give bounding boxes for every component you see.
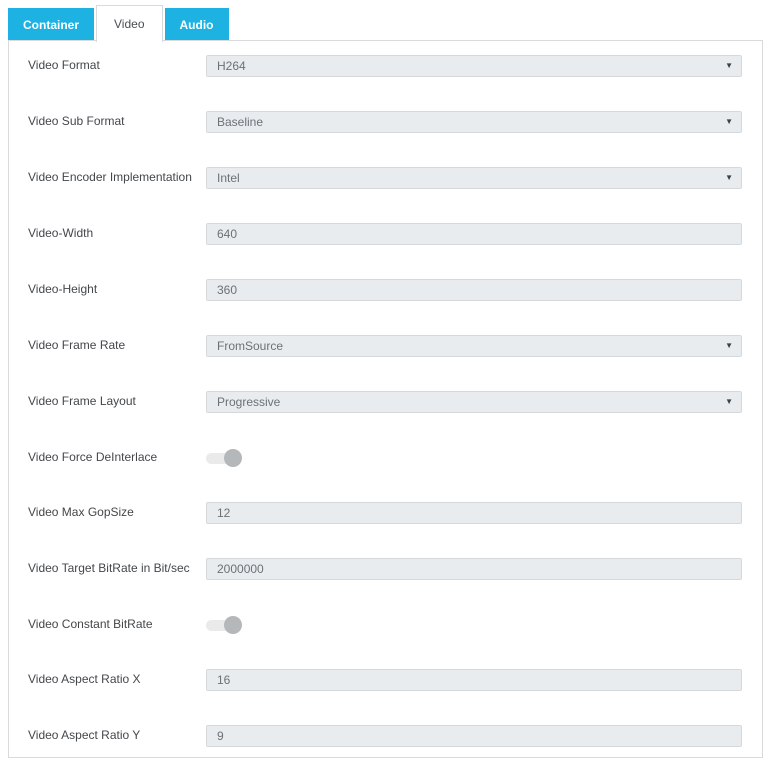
form-row: Video Sub Format Baseline ▼: [28, 111, 742, 133]
form-row: Video Force DeInterlace: [28, 447, 742, 468]
form-row: Video Target BitRate in Bit/sec: [28, 558, 742, 580]
video-format-label: Video Format: [28, 58, 100, 72]
tab-bar: Container Video Audio: [8, 5, 763, 42]
chevron-down-icon: ▼: [725, 341, 733, 350]
video-frame-rate-label: Video Frame Rate: [28, 338, 126, 352]
video-format-value: H264: [217, 59, 246, 73]
video-target-bitrate-input[interactable]: [206, 558, 742, 580]
form-row: Video-Width: [28, 223, 742, 245]
chevron-down-icon: ▼: [725, 61, 733, 70]
video-aspect-ratio-y-label: Video Aspect Ratio Y: [28, 728, 141, 742]
video-frame-layout-value: Progressive: [217, 395, 281, 409]
video-sub-format-value: Baseline: [217, 115, 264, 129]
chevron-down-icon: ▼: [725, 173, 733, 182]
video-settings-panel: Video Format H264 ▼ Video Sub Format Bas…: [8, 40, 763, 758]
video-max-gopsize-label: Video Max GopSize: [28, 505, 134, 519]
video-constant-bitrate-toggle[interactable]: [206, 615, 242, 635]
video-width-label: Video-Width: [28, 226, 94, 240]
video-force-deinterlace-label: Video Force DeInterlace: [28, 450, 158, 464]
video-aspect-ratio-x-input[interactable]: [206, 669, 742, 691]
settings-page: Container Video Audio Video Format H264 …: [0, 0, 771, 758]
video-width-input[interactable]: [206, 223, 742, 245]
tab-video[interactable]: Video: [96, 5, 163, 42]
form-row: Video Frame Layout Progressive ▼: [28, 391, 742, 413]
video-encoder-implementation-label: Video Encoder Implementation: [28, 170, 192, 184]
form-row: Video Frame Rate FromSource ▼: [28, 335, 742, 357]
video-frame-layout-label: Video Frame Layout: [28, 394, 136, 408]
video-encoder-implementation-select[interactable]: Intel ▼: [206, 167, 742, 189]
video-force-deinterlace-toggle[interactable]: [206, 448, 242, 468]
form-row: Video Max GopSize: [28, 502, 742, 524]
toggle-knob: [224, 449, 242, 467]
video-constant-bitrate-label: Video Constant BitRate: [28, 617, 153, 631]
form-row: Video Format H264 ▼: [28, 55, 742, 77]
form-row: Video Constant BitRate: [28, 614, 742, 635]
form-row: Video Aspect Ratio X: [28, 669, 742, 691]
video-target-bitrate-label: Video Target BitRate in Bit/sec: [28, 561, 190, 575]
form-row: Video Encoder Implementation Intel ▼: [28, 167, 742, 189]
video-aspect-ratio-x-label: Video Aspect Ratio X: [28, 672, 141, 686]
video-sub-format-label: Video Sub Format: [28, 114, 125, 128]
chevron-down-icon: ▼: [725, 397, 733, 406]
tab-container[interactable]: Container: [8, 8, 95, 40]
form-row: Video-Height: [28, 279, 742, 301]
video-format-select[interactable]: H264 ▼: [206, 55, 742, 77]
toggle-knob: [224, 616, 242, 634]
video-max-gopsize-input[interactable]: [206, 502, 742, 524]
video-sub-format-select[interactable]: Baseline ▼: [206, 111, 742, 133]
video-encoder-implementation-value: Intel: [217, 171, 240, 185]
video-aspect-ratio-y-input[interactable]: [206, 725, 742, 747]
chevron-down-icon: ▼: [725, 117, 733, 126]
tab-audio[interactable]: Audio: [164, 8, 229, 40]
form-row: Video Aspect Ratio Y: [28, 725, 742, 747]
video-height-input[interactable]: [206, 279, 742, 301]
video-height-label: Video-Height: [28, 282, 98, 296]
video-frame-rate-select[interactable]: FromSource ▼: [206, 335, 742, 357]
video-frame-rate-value: FromSource: [217, 339, 284, 353]
video-frame-layout-select[interactable]: Progressive ▼: [206, 391, 742, 413]
